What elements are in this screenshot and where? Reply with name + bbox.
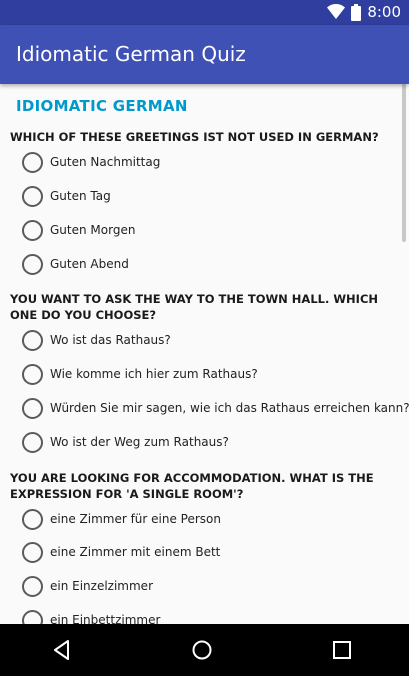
radio-button[interactable] bbox=[22, 609, 43, 624]
option-1-3[interactable]: Guten Morgen bbox=[22, 218, 135, 242]
option-2-4[interactable]: Wo ist der Weg zum Rathaus? bbox=[22, 430, 229, 454]
app-bar: Idiomatic German Quiz bbox=[0, 25, 409, 84]
option-label: Wo ist das Rathaus? bbox=[50, 333, 171, 347]
radio-button[interactable] bbox=[22, 363, 43, 385]
question-2-text: YOU WANT TO ASK THE WAY TO THE TOWN HALL… bbox=[10, 292, 379, 322]
radio-button[interactable] bbox=[22, 431, 43, 453]
option-label: eine Zimmer für eine Person bbox=[50, 512, 222, 526]
option-1-1[interactable]: Guten Nachmittag bbox=[22, 150, 160, 174]
back-icon[interactable] bbox=[51, 639, 73, 661]
home-icon[interactable] bbox=[191, 639, 213, 661]
quiz-content[interactable]: IDIOMATIC GERMAN WHICH OF THESE GREETING… bbox=[0, 84, 409, 624]
status-time: 8:00 bbox=[367, 3, 401, 21]
option-3-3[interactable]: ein Einzelzimmer bbox=[22, 574, 153, 598]
option-3-4[interactable]: ein Einbettzimmer bbox=[22, 608, 160, 624]
radio-button[interactable] bbox=[22, 219, 43, 241]
section-title: IDIOMATIC GERMAN bbox=[16, 97, 188, 115]
radio-button[interactable] bbox=[22, 151, 43, 173]
option-3-1[interactable]: eine Zimmer für eine Person bbox=[22, 507, 221, 531]
option-3-2[interactable]: eine Zimmer mit einem Bett bbox=[22, 540, 220, 564]
radio-button[interactable] bbox=[22, 329, 43, 351]
radio-button[interactable] bbox=[22, 253, 43, 275]
radio-button[interactable] bbox=[22, 397, 43, 419]
option-label: Guten Tag bbox=[50, 189, 111, 203]
option-label: ein Einbettzimmer bbox=[50, 613, 161, 624]
option-label: Guten Abend bbox=[50, 257, 129, 271]
question-1-text: WHICH OF THESE GREETINGS IST NOT USED IN… bbox=[10, 130, 379, 144]
wifi-icon bbox=[327, 4, 346, 19]
app-title: Idiomatic German Quiz bbox=[16, 42, 246, 66]
radio-button[interactable] bbox=[22, 541, 43, 563]
option-1-4[interactable]: Guten Abend bbox=[22, 252, 129, 276]
option-label: Guten Morgen bbox=[50, 223, 136, 237]
radio-button[interactable] bbox=[22, 185, 43, 207]
recents-icon[interactable] bbox=[331, 639, 353, 661]
status-icons: 8:00 bbox=[327, 3, 401, 21]
option-2-3[interactable]: Würden Sie mir sagen, wie ich das Rathau… bbox=[22, 396, 409, 420]
option-label: Würden Sie mir sagen, wie ich das Rathau… bbox=[50, 401, 409, 415]
option-1-2[interactable]: Guten Tag bbox=[22, 184, 111, 208]
navigation-bar bbox=[0, 624, 409, 676]
question-3-text: YOU ARE LOOKING FOR ACCOMMODATION. WHAT … bbox=[10, 471, 374, 501]
option-label: ein Einzelzimmer bbox=[50, 579, 154, 593]
scrollbar[interactable] bbox=[402, 84, 406, 242]
option-label: eine Zimmer mit einem Bett bbox=[50, 545, 221, 559]
status-bar: 8:00 bbox=[0, 0, 409, 25]
option-2-1[interactable]: Wo ist das Rathaus? bbox=[22, 328, 171, 352]
option-label: Guten Nachmittag bbox=[50, 155, 161, 169]
option-2-2[interactable]: Wie komme ich hier zum Rathaus? bbox=[22, 362, 258, 386]
option-label: Wo ist der Weg zum Rathaus? bbox=[50, 435, 229, 449]
option-label: Wie komme ich hier zum Rathaus? bbox=[50, 367, 258, 381]
battery-icon bbox=[351, 3, 362, 21]
radio-button[interactable] bbox=[22, 575, 43, 597]
radio-button[interactable] bbox=[22, 508, 43, 530]
